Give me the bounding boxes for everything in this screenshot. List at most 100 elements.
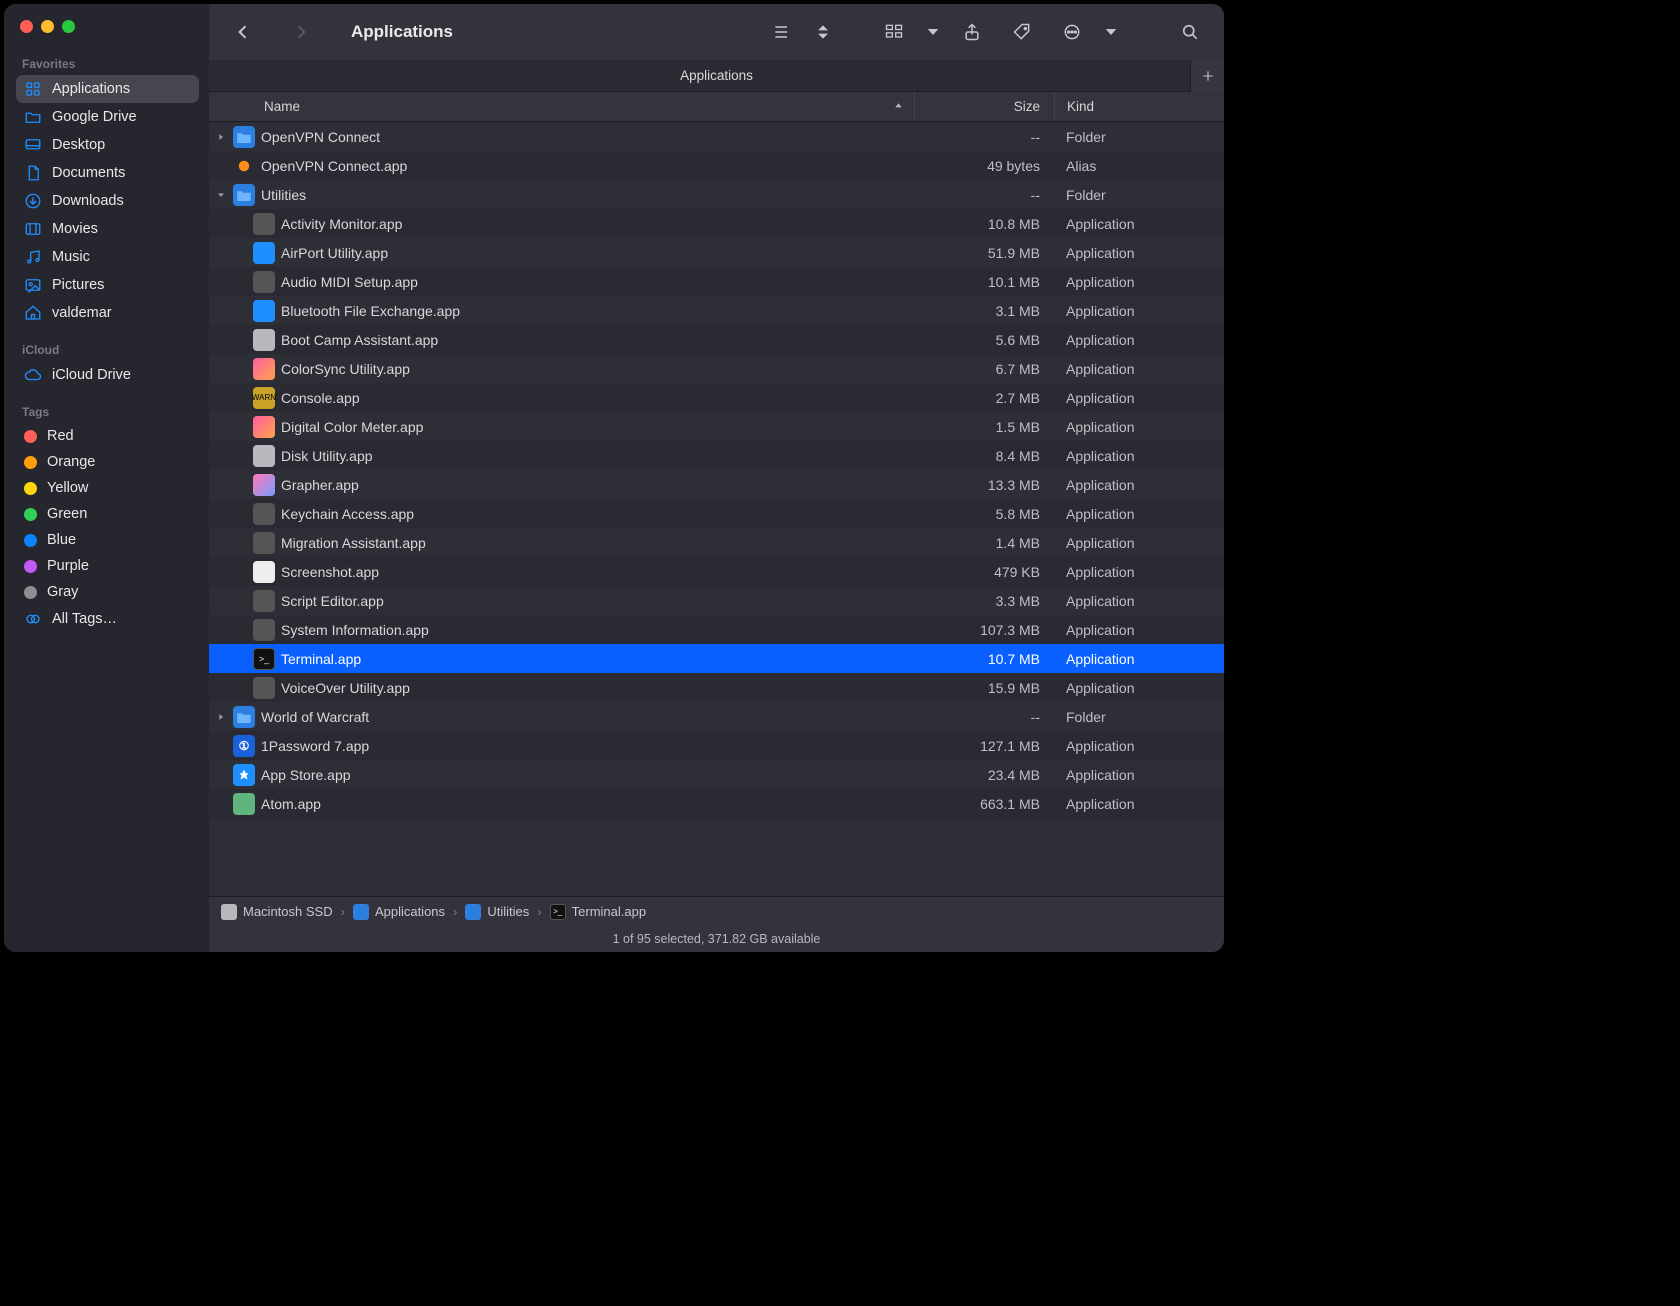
file-row[interactable]: AirPort Utility.app51.9 MBApplication [209, 238, 1224, 267]
tab-bar: Applications [209, 60, 1224, 92]
path-segment[interactable]: Applications [353, 904, 445, 920]
sidebar-item-label: Red [47, 428, 74, 444]
sidebar-item-label: Green [47, 506, 87, 522]
disclosure-triangle[interactable] [209, 712, 233, 722]
forward-button[interactable] [281, 17, 321, 47]
group-by-caret[interactable] [924, 17, 942, 47]
sidebar-item-gray[interactable]: Gray [16, 579, 199, 605]
window-title: Applications [351, 22, 453, 42]
sidebar-item-icloud-drive[interactable]: iCloud Drive [16, 361, 199, 389]
path-label: Applications [375, 904, 445, 919]
file-row[interactable]: Grapher.app13.3 MBApplication [209, 470, 1224, 499]
sidebar-item-green[interactable]: Green [16, 501, 199, 527]
file-row[interactable]: System Information.app107.3 MBApplicatio… [209, 615, 1224, 644]
app-generic-icon [253, 590, 275, 612]
file-row[interactable]: Boot Camp Assistant.app5.6 MBApplication [209, 325, 1224, 354]
app-generic-icon [253, 619, 275, 641]
share-button[interactable] [952, 17, 992, 47]
file-kind: Application [1054, 274, 1224, 290]
disclosure-triangle[interactable] [209, 190, 233, 200]
file-row[interactable]: Script Editor.app3.3 MBApplication [209, 586, 1224, 615]
path-label: Utilities [487, 904, 529, 919]
file-size: 3.3 MB [914, 593, 1054, 609]
file-kind: Folder [1054, 129, 1224, 145]
path-segment[interactable]: Utilities [465, 904, 529, 920]
file-row[interactable]: Activity Monitor.app10.8 MBApplication [209, 209, 1224, 238]
file-row[interactable]: ColorSync Utility.app6.7 MBApplication [209, 354, 1224, 383]
column-header-kind[interactable]: Kind [1054, 92, 1224, 121]
file-row[interactable]: Bluetooth File Exchange.app3.1 MBApplica… [209, 296, 1224, 325]
sidebar-section-favorites: Favorites [16, 51, 199, 75]
sidebar-item-red[interactable]: Red [16, 423, 199, 449]
path-segment[interactable]: Macintosh SSD [221, 904, 333, 920]
file-kind: Application [1054, 245, 1224, 261]
path-segment[interactable]: >_Terminal.app [550, 904, 646, 920]
disclosure-triangle[interactable] [209, 132, 233, 142]
file-row[interactable]: App Store.app23.4 MBApplication [209, 760, 1224, 789]
sidebar-item-downloads[interactable]: Downloads [16, 187, 199, 215]
file-row[interactable]: OpenVPN Connect--Folder [209, 122, 1224, 151]
sidebar-item-movies[interactable]: Movies [16, 215, 199, 243]
sidebar-item-yellow[interactable]: Yellow [16, 475, 199, 501]
search-button[interactable] [1170, 17, 1210, 47]
folder-icon [353, 904, 369, 920]
folder-icon [233, 706, 255, 728]
zoom-window-button[interactable] [62, 20, 75, 33]
sidebar-item-orange[interactable]: Orange [16, 449, 199, 475]
file-row[interactable]: Migration Assistant.app1.4 MBApplication [209, 528, 1224, 557]
new-tab-button[interactable] [1190, 60, 1224, 92]
action-menu-button[interactable] [1052, 17, 1092, 47]
folder-icon [465, 904, 481, 920]
sidebar-item-blue[interactable]: Blue [16, 527, 199, 553]
column-header-row: Name Size Kind [209, 92, 1224, 122]
file-row[interactable]: >_Terminal.app10.7 MBApplication [209, 644, 1224, 673]
file-size: 1.4 MB [914, 535, 1054, 551]
sidebar-item-valdemar[interactable]: valdemar [16, 299, 199, 327]
sidebar-item-documents[interactable]: Documents [16, 159, 199, 187]
term-icon: >_ [253, 648, 275, 670]
file-name: World of Warcraft [261, 709, 914, 725]
file-row[interactable]: VoiceOver Utility.app15.9 MBApplication [209, 673, 1224, 702]
file-size: 127.1 MB [914, 738, 1054, 754]
sidebar-item-label: Movies [52, 221, 98, 237]
file-row[interactable]: World of Warcraft--Folder [209, 702, 1224, 731]
file-row[interactable]: ①1Password 7.app127.1 MBApplication [209, 731, 1224, 760]
sidebar-item-music[interactable]: Music [16, 243, 199, 271]
file-row[interactable]: Screenshot.app479 KBApplication [209, 557, 1224, 586]
sidebar-item-applications[interactable]: Applications [16, 75, 199, 103]
file-list[interactable]: OpenVPN Connect--FolderOpenVPN Connect.a… [209, 122, 1224, 896]
picture-icon [24, 276, 42, 294]
minimize-window-button[interactable] [41, 20, 54, 33]
action-menu-caret[interactable] [1102, 17, 1120, 47]
file-row[interactable]: Digital Color Meter.app1.5 MBApplication [209, 412, 1224, 441]
tags-button[interactable] [1002, 17, 1042, 47]
file-row[interactable]: WARNConsole.app2.7 MBApplication [209, 383, 1224, 412]
path-label: Macintosh SSD [243, 904, 333, 919]
group-by-button[interactable] [874, 17, 914, 47]
file-row[interactable]: Atom.app663.1 MBApplication [209, 789, 1224, 818]
sidebar-item-label: Orange [47, 454, 95, 470]
view-options-caret[interactable] [812, 17, 834, 47]
sidebar-item-all-tags-[interactable]: All Tags… [16, 605, 199, 633]
file-row[interactable]: OpenVPN Connect.app49 bytesAlias [209, 151, 1224, 180]
tag-dot-icon [24, 508, 37, 521]
back-button[interactable] [223, 17, 263, 47]
file-row[interactable]: Disk Utility.app8.4 MBApplication [209, 441, 1224, 470]
column-header-size[interactable]: Size [914, 92, 1054, 121]
view-list-button[interactable] [762, 17, 802, 47]
file-name: Terminal.app [281, 651, 914, 667]
close-window-button[interactable] [20, 20, 33, 33]
file-row[interactable]: Audio MIDI Setup.app10.1 MBApplication [209, 267, 1224, 296]
sidebar-item-pictures[interactable]: Pictures [16, 271, 199, 299]
column-header-name[interactable]: Name [209, 99, 914, 114]
path-bar[interactable]: Macintosh SSD›Applications›Utilities›>_T… [209, 896, 1224, 926]
tab-applications[interactable]: Applications [680, 68, 753, 83]
file-name: Script Editor.app [281, 593, 914, 609]
file-row[interactable]: Utilities--Folder [209, 180, 1224, 209]
sidebar-item-purple[interactable]: Purple [16, 553, 199, 579]
sidebar-item-google-drive[interactable]: Google Drive [16, 103, 199, 131]
file-name: Migration Assistant.app [281, 535, 914, 551]
file-name: ColorSync Utility.app [281, 361, 914, 377]
file-row[interactable]: Keychain Access.app5.8 MBApplication [209, 499, 1224, 528]
sidebar-item-desktop[interactable]: Desktop [16, 131, 199, 159]
